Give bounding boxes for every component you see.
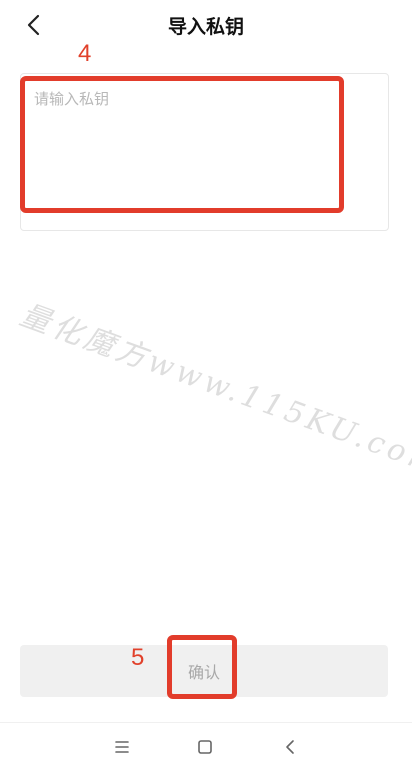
private-key-input[interactable]: [34, 88, 374, 208]
annotation-step-4: 4: [78, 40, 92, 67]
back-triangle-icon: [286, 740, 294, 754]
nav-home-button[interactable]: [193, 735, 217, 759]
system-nav-bar: [0, 722, 412, 768]
page-title: 导入私钥: [167, 16, 244, 38]
nav-back-button[interactable]: [278, 735, 302, 759]
menu-icon: [115, 741, 129, 753]
home-square-icon: [198, 740, 212, 754]
watermark: 量化魔方www.115KU.com: [15, 297, 412, 483]
header-bar: 导入私钥: [0, 0, 412, 48]
confirm-button[interactable]: 确认: [20, 645, 388, 697]
nav-menu-button[interactable]: [110, 735, 134, 759]
annotation-step-5: 5: [131, 644, 145, 671]
